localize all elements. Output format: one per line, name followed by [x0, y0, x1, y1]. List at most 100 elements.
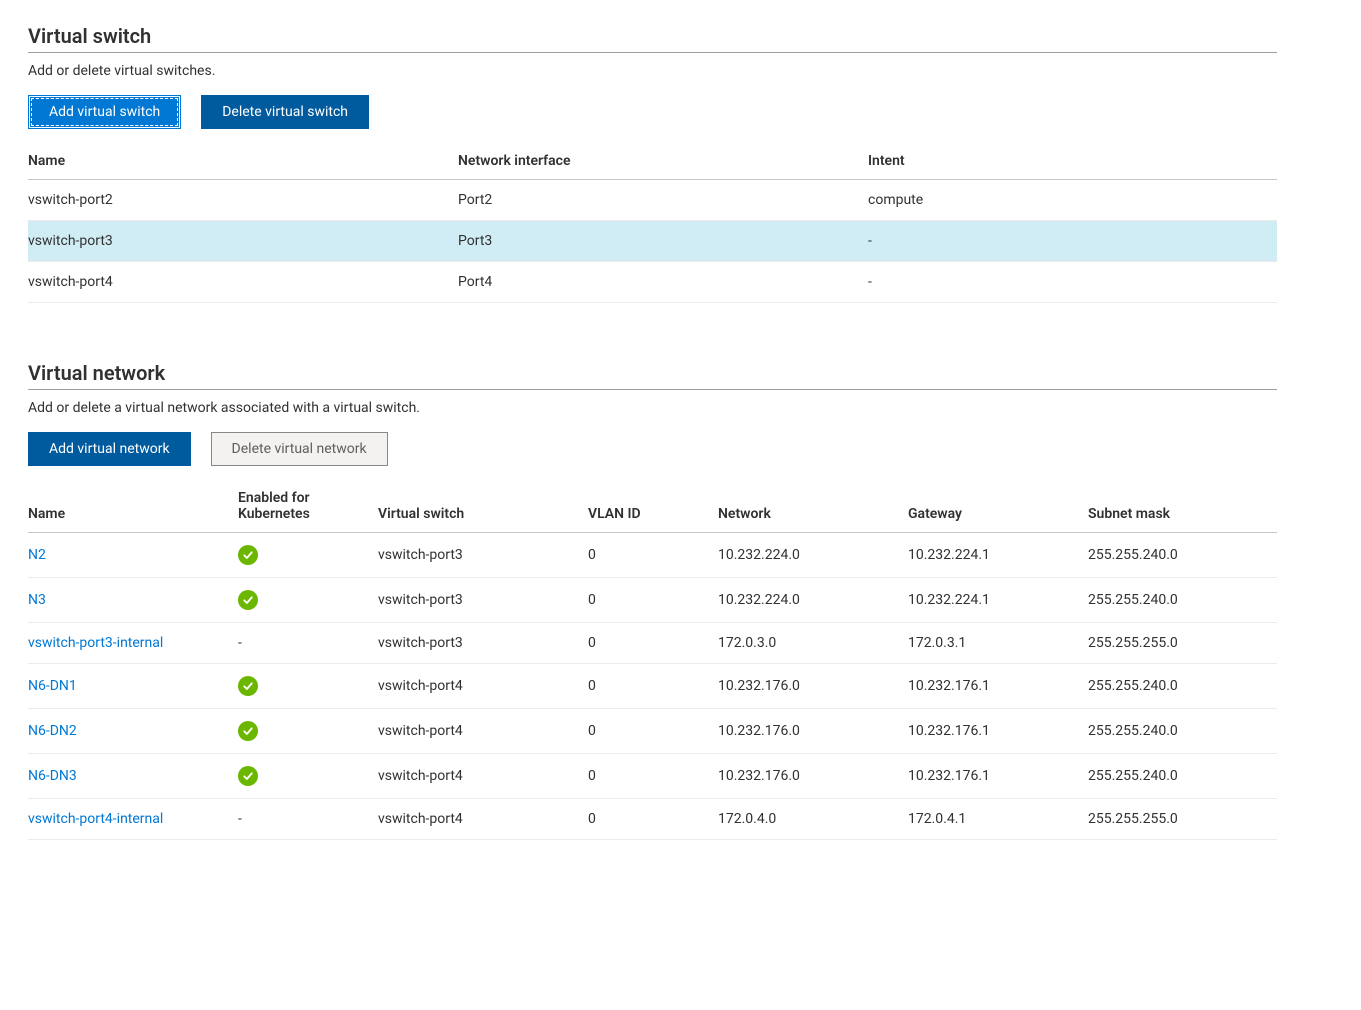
check-circle-icon	[238, 545, 258, 565]
cell-network: 10.232.176.0	[718, 709, 908, 754]
cell-intent: compute	[868, 180, 1277, 221]
table-row[interactable]: vswitch-port2Port2compute	[28, 180, 1277, 221]
virtual-switch-table: Name Network interface Intent vswitch-po…	[28, 143, 1277, 303]
col-gateway[interactable]: Gateway	[908, 480, 1088, 533]
virtual-switch-title: Virtual switch	[28, 24, 1277, 53]
cell-vswitch: vswitch-port3	[378, 623, 588, 664]
virtual-network-table: Name Enabled for Kubernetes Virtual swit…	[28, 480, 1277, 840]
virtual-network-link[interactable]: vswitch-port4-internal	[28, 811, 163, 827]
table-row[interactable]: N6-DN3vswitch-port4010.232.176.010.232.1…	[28, 754, 1277, 799]
col-name[interactable]: Name	[28, 480, 238, 533]
cell-gateway: 10.232.224.1	[908, 578, 1088, 623]
cell-vlan: 0	[588, 578, 718, 623]
virtual-network-link[interactable]: vswitch-port3-internal	[28, 635, 163, 651]
cell-nic: Port3	[458, 221, 868, 262]
virtual-network-link[interactable]: N6-DN3	[28, 768, 77, 784]
cell-vlan: 0	[588, 709, 718, 754]
cell-gateway: 172.0.4.1	[908, 799, 1088, 840]
dash-text: -	[238, 635, 242, 651]
col-subnet[interactable]: Subnet mask	[1088, 480, 1277, 533]
check-circle-icon	[238, 676, 258, 696]
virtual-switch-button-row: Add virtual switch Delete virtual switch	[28, 95, 1277, 129]
cell-name: N3	[28, 578, 238, 623]
col-vlan[interactable]: VLAN ID	[588, 480, 718, 533]
dash-text: -	[238, 811, 242, 827]
virtual-network-link[interactable]: N6-DN2	[28, 723, 77, 739]
cell-vlan: 0	[588, 799, 718, 840]
table-row[interactable]: N6-DN2 vswitch-port4010.232.176.010.232.1…	[28, 709, 1277, 754]
virtual-switch-description: Add or delete virtual switches.	[28, 63, 1277, 79]
table-row[interactable]: N3 vswitch-port3010.232.224.010.232.224.1…	[28, 578, 1277, 623]
table-row[interactable]: vswitch-port3Port3-	[28, 221, 1277, 262]
cell-gateway: 172.0.3.1	[908, 623, 1088, 664]
cell-enabled	[238, 709, 378, 754]
cell-enabled	[238, 578, 378, 623]
cell-gateway: 10.232.176.1	[908, 664, 1088, 709]
check-circle-icon	[238, 590, 258, 610]
cell-network: 10.232.176.0	[718, 754, 908, 799]
col-enabled[interactable]: Enabled for Kubernetes	[238, 480, 378, 533]
table-row[interactable]: N6-DN1vswitch-port4010.232.176.010.232.1…	[28, 664, 1277, 709]
virtual-network-link[interactable]: N2	[28, 547, 46, 563]
cell-name: vswitch-port4-internal	[28, 799, 238, 840]
table-row[interactable]: vswitch-port4-internal-vswitch-port40172…	[28, 799, 1277, 840]
cell-subnet: 255.255.240.0	[1088, 664, 1277, 709]
virtual-network-title: Virtual network	[28, 361, 1277, 390]
cell-vswitch: vswitch-port4	[378, 754, 588, 799]
col-network[interactable]: Network	[718, 480, 908, 533]
col-vswitch[interactable]: Virtual switch	[378, 480, 588, 533]
cell-vlan: 0	[588, 623, 718, 664]
virtual-network-button-row: Add virtual network Delete virtual netwo…	[28, 432, 1277, 466]
col-intent[interactable]: Intent	[868, 143, 1277, 180]
col-name[interactable]: Name	[28, 143, 458, 180]
cell-network: 10.232.224.0	[718, 578, 908, 623]
col-nic[interactable]: Network interface	[458, 143, 868, 180]
cell-enabled	[238, 664, 378, 709]
cell-name: N6-DN2	[28, 709, 238, 754]
table-header-row: Name Enabled for Kubernetes Virtual swit…	[28, 480, 1277, 533]
cell-nic: Port4	[458, 262, 868, 303]
cell-network: 10.232.176.0	[718, 664, 908, 709]
cell-vlan: 0	[588, 533, 718, 578]
table-row[interactable]: vswitch-port4Port4-	[28, 262, 1277, 303]
cell-name: N6-DN3	[28, 754, 238, 799]
cell-subnet: 255.255.240.0	[1088, 578, 1277, 623]
virtual-network-link[interactable]: N6-DN1	[28, 678, 77, 694]
cell-enabled	[238, 754, 378, 799]
delete-virtual-network-button[interactable]: Delete virtual network	[211, 432, 388, 466]
cell-subnet: 255.255.240.0	[1088, 754, 1277, 799]
cell-network: 172.0.3.0	[718, 623, 908, 664]
virtual-network-description: Add or delete a virtual network associat…	[28, 400, 1277, 416]
delete-virtual-switch-button[interactable]: Delete virtual switch	[201, 95, 369, 129]
cell-name: N2	[28, 533, 238, 578]
check-circle-icon	[238, 721, 258, 741]
table-row[interactable]: vswitch-port3-internal-vswitch-port30172…	[28, 623, 1277, 664]
cell-name: vswitch-port2	[28, 180, 458, 221]
cell-enabled	[238, 533, 378, 578]
cell-gateway: 10.232.176.1	[908, 754, 1088, 799]
cell-subnet: 255.255.255.0	[1088, 799, 1277, 840]
add-virtual-switch-button[interactable]: Add virtual switch	[28, 95, 181, 129]
virtual-switch-section: Virtual switch Add or delete virtual swi…	[28, 24, 1277, 303]
cell-gateway: 10.232.176.1	[908, 709, 1088, 754]
cell-name: vswitch-port3	[28, 221, 458, 262]
table-header-row: Name Network interface Intent	[28, 143, 1277, 180]
virtual-network-link[interactable]: N3	[28, 592, 46, 608]
cell-subnet: 255.255.240.0	[1088, 533, 1277, 578]
cell-network: 172.0.4.0	[718, 799, 908, 840]
cell-network: 10.232.224.0	[718, 533, 908, 578]
cell-enabled: -	[238, 623, 378, 664]
cell-vswitch: vswitch-port4	[378, 664, 588, 709]
add-virtual-network-button[interactable]: Add virtual network	[28, 432, 191, 466]
cell-nic: Port2	[458, 180, 868, 221]
virtual-network-section: Virtual network Add or delete a virtual …	[28, 361, 1277, 840]
cell-name: vswitch-port4	[28, 262, 458, 303]
check-circle-icon	[238, 766, 258, 786]
cell-name: N6-DN1	[28, 664, 238, 709]
cell-subnet: 255.255.255.0	[1088, 623, 1277, 664]
cell-vswitch: vswitch-port3	[378, 578, 588, 623]
cell-vswitch: vswitch-port4	[378, 709, 588, 754]
cell-subnet: 255.255.240.0	[1088, 709, 1277, 754]
table-row[interactable]: N2vswitch-port3010.232.224.010.232.224.1…	[28, 533, 1277, 578]
cell-intent: -	[868, 221, 1277, 262]
